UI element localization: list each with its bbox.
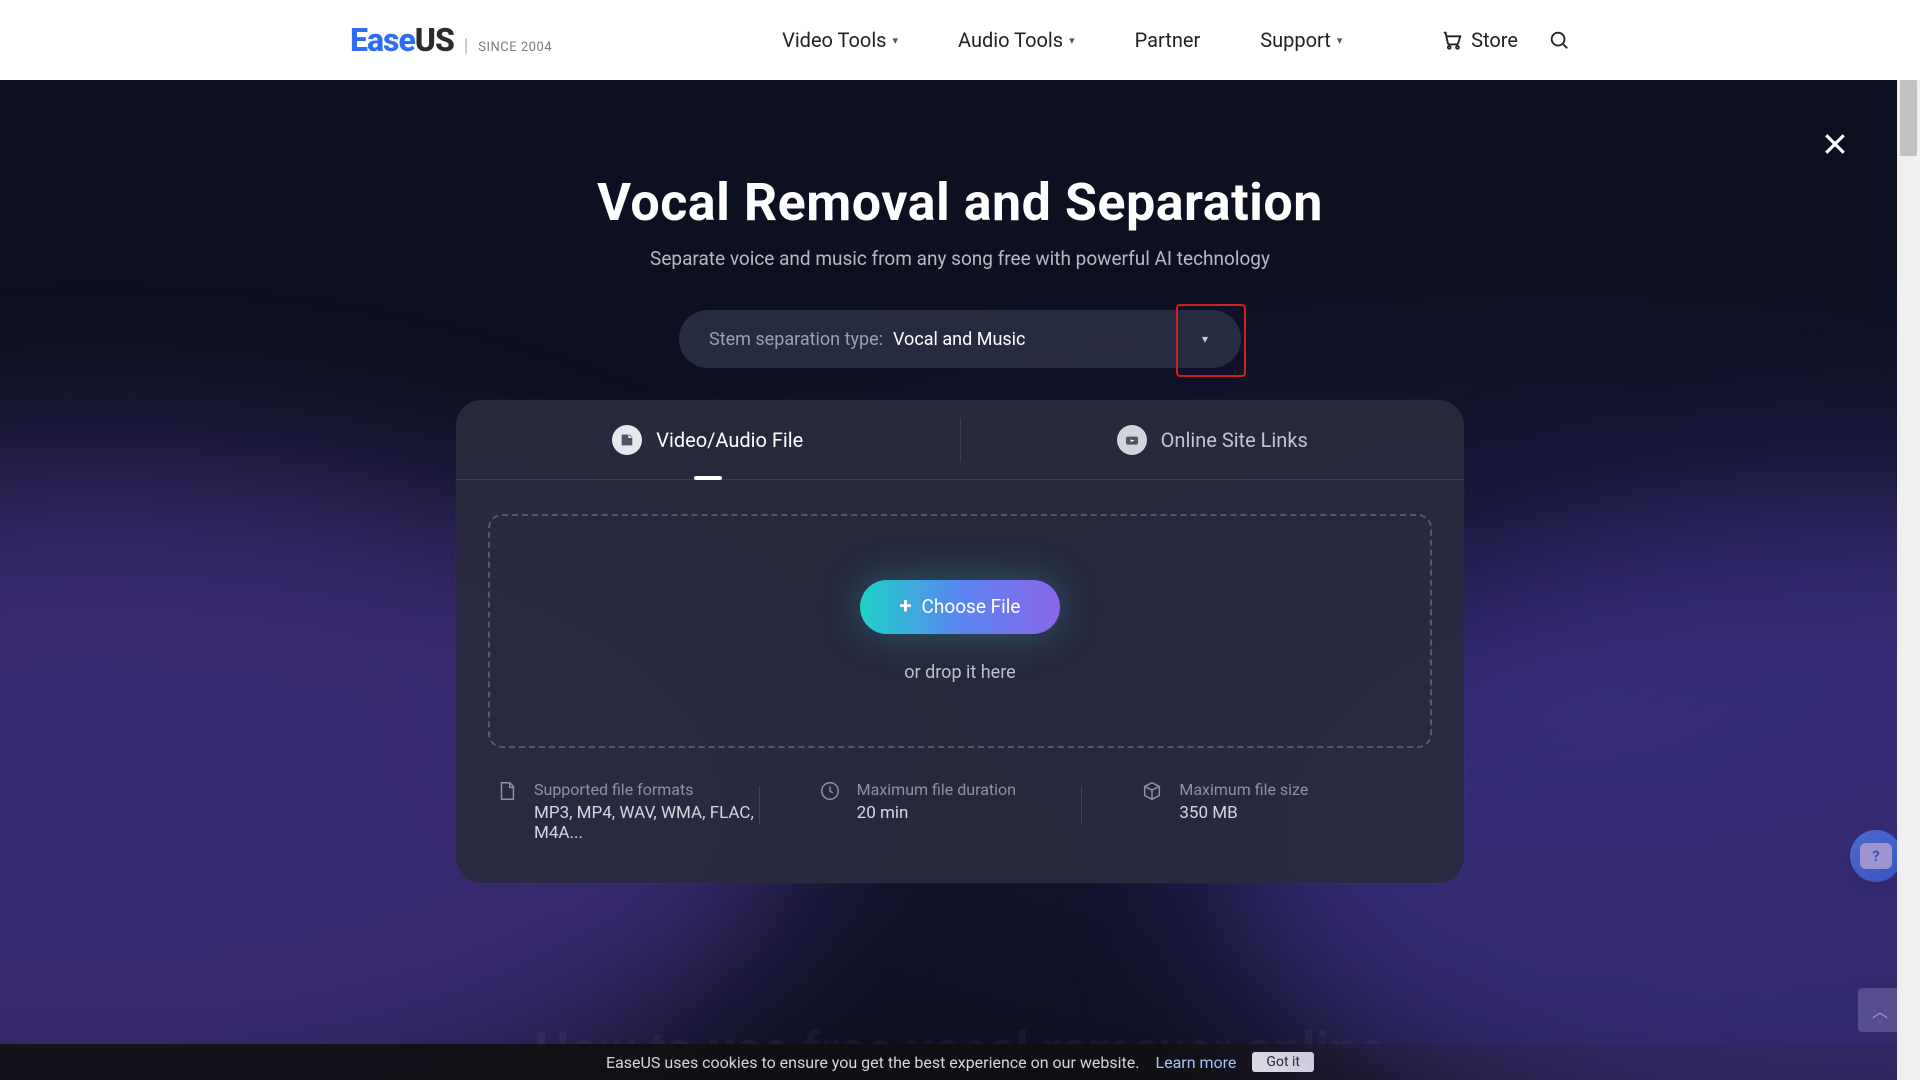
- nav-partner[interactable]: Partner: [1135, 28, 1201, 52]
- spec-label: Maximum file duration: [857, 780, 1016, 799]
- spec-value: 350 MB: [1179, 803, 1308, 823]
- nav-item-label: Video Tools: [782, 28, 886, 52]
- tab-links[interactable]: Online Site Links: [961, 400, 1465, 479]
- cookie-learn-more-link[interactable]: Learn more: [1155, 1053, 1236, 1072]
- nav-audio-tools[interactable]: Audio Tools ▾: [958, 28, 1075, 52]
- chevron-up-icon: ︿: [1872, 998, 1888, 1022]
- nav-item-label: Audio Tools: [958, 28, 1063, 52]
- link-icon: [1117, 425, 1147, 455]
- tab-label: Video/Audio File: [656, 428, 803, 452]
- spec-formats: Supported file formats MP3, MP4, WAV, WM…: [496, 780, 779, 843]
- spec-label: Maximum file size: [1179, 780, 1308, 799]
- file-icon: [612, 425, 642, 455]
- plus-icon: +: [900, 594, 912, 619]
- spec-label: Supported file formats: [534, 780, 779, 799]
- choose-file-button[interactable]: + Choose File: [860, 580, 1060, 634]
- stem-type-select[interactable]: Stem separation type: Vocal and Music ▾: [679, 310, 1241, 368]
- chevron-down-icon: ▾: [1337, 34, 1343, 47]
- cookie-message: EaseUS uses cookies to ensure you get th…: [606, 1053, 1139, 1072]
- nav-item-label: Support: [1260, 28, 1331, 52]
- tab-label: Online Site Links: [1161, 428, 1308, 452]
- page-subtitle: Separate voice and music from any song f…: [0, 247, 1920, 270]
- nav-center: Video Tools ▾ Audio Tools ▾ Partner Supp…: [782, 28, 1342, 52]
- nav-item-label: Partner: [1135, 28, 1201, 52]
- specs: Supported file formats MP3, MP4, WAV, WM…: [456, 748, 1464, 883]
- stem-type-label: Stem separation type:: [709, 329, 883, 350]
- brand-ease: Ease: [350, 21, 415, 59]
- cart-icon: [1441, 29, 1463, 51]
- brand-logo[interactable]: EaseUS | SINCE 2004: [350, 21, 552, 59]
- spec-size: Maximum file size 350 MB: [1101, 780, 1424, 843]
- nav-video-tools[interactable]: Video Tools ▾: [782, 28, 898, 52]
- upload-card: Video/Audio File Online Site Links + Cho…: [456, 400, 1464, 883]
- cube-icon: [1141, 780, 1163, 806]
- cookie-accept-button[interactable]: Got it: [1252, 1052, 1314, 1072]
- scrollbar-thumb[interactable]: [1900, 80, 1917, 156]
- clock-icon: [819, 780, 841, 806]
- brand-us: US: [415, 21, 454, 59]
- stem-type-value: Vocal and Music: [893, 329, 1025, 350]
- top-nav: EaseUS | SINCE 2004 Video Tools ▾ Audio …: [0, 0, 1920, 80]
- drop-hint: or drop it here: [904, 662, 1015, 683]
- tab-file[interactable]: Video/Audio File: [456, 400, 960, 479]
- brand-divider: |: [464, 35, 468, 56]
- spec-value: 20 min: [857, 803, 1016, 823]
- help-chat-button[interactable]: ?: [1850, 830, 1902, 882]
- dropzone[interactable]: + Choose File or drop it here: [488, 514, 1432, 748]
- cookie-bar: EaseUS uses cookies to ensure you get th…: [0, 1044, 1920, 1080]
- help-icon: ?: [1860, 843, 1892, 869]
- store-link[interactable]: Store: [1441, 28, 1518, 52]
- upload-tabs: Video/Audio File Online Site Links: [456, 400, 1464, 480]
- chevron-down-icon: ▾: [1069, 34, 1075, 47]
- scroll-to-top-button[interactable]: ︿: [1858, 988, 1902, 1032]
- brand-since: SINCE 2004: [478, 40, 552, 55]
- search-icon[interactable]: [1548, 29, 1570, 51]
- chevron-down-icon[interactable]: ▾: [1191, 325, 1219, 353]
- close-icon[interactable]: [1820, 128, 1850, 168]
- choose-file-label: Choose File: [922, 595, 1021, 618]
- spec-duration: Maximum file duration 20 min: [779, 780, 1102, 843]
- document-icon: [496, 780, 518, 806]
- main: Vocal Removal and Separation Separate vo…: [0, 80, 1920, 1080]
- page-title: Vocal Removal and Separation: [0, 172, 1920, 233]
- spec-value: MP3, MP4, WAV, WMA, FLAC, M4A...: [534, 803, 779, 843]
- chevron-down-icon: ▾: [893, 34, 899, 47]
- store-label: Store: [1471, 28, 1518, 52]
- nav-right: Store: [1441, 28, 1570, 52]
- nav-support[interactable]: Support ▾: [1260, 28, 1342, 52]
